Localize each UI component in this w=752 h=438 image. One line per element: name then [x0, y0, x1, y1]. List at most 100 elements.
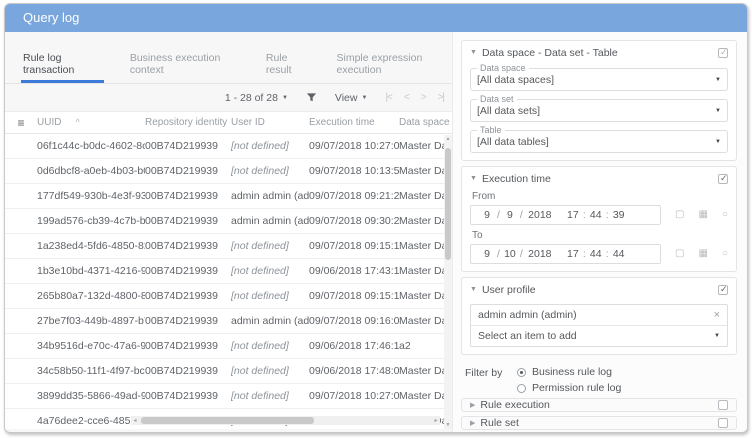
radio-business-rule-log[interactable]: Business rule log: [517, 366, 621, 378]
cell-uuid: 27be7f03-449b-4897-b7ca-e: [37, 315, 145, 327]
tab-rule-result[interactable]: Rule result: [264, 46, 311, 83]
column-header-repository-identity[interactable]: Repository identity: [145, 117, 231, 128]
calendar-icon[interactable]: ▢: [675, 249, 684, 259]
section-execution-time-header[interactable]: ▼ Execution time: [470, 171, 728, 186]
rule-execution-checkbox[interactable]: [718, 400, 728, 410]
cell-execution-time: 09/06/2018 17:43:11: [309, 265, 399, 277]
section-data-space: ▼ Data space - Data set - Table Data spa…: [461, 40, 737, 161]
tab-bar: Rule log transaction Business execution …: [5, 46, 452, 84]
chevron-right-icon: ▶: [470, 402, 476, 409]
cell-user-id: [not defined]: [231, 265, 289, 277]
data-set-select[interactable]: [All data sets] ▼: [477, 105, 721, 117]
next-page-button[interactable]: >: [421, 92, 427, 103]
table-row[interactable]: 34c58b50-11f1-4f97-bca4-6 00B74D219939 […: [5, 359, 452, 384]
filter-button[interactable]: [306, 92, 317, 103]
radio-icon[interactable]: [517, 367, 526, 377]
data-space-select[interactable]: [All data spaces] ▼: [477, 74, 721, 86]
cell-uuid: 06f1c44c-b0dc-4602-8c5b-e: [37, 140, 145, 152]
chevron-down-icon: ▼: [714, 333, 720, 339]
cell-execution-time: 09/06/2018 17:46:11: [309, 340, 399, 352]
pagination-nav: |< < > >|: [385, 92, 446, 103]
date-grid-icon[interactable]: ▦: [699, 249, 708, 259]
view-label: View: [334, 91, 358, 104]
last-page-button[interactable]: >|: [438, 92, 446, 103]
prev-page-button[interactable]: <: [404, 92, 410, 103]
column-header-user-id[interactable]: User ID: [231, 117, 309, 128]
chevron-down-icon: ▼: [715, 108, 721, 114]
from-datetime-input[interactable]: 9/9/2018 17:44:39: [470, 205, 662, 225]
first-page-button[interactable]: |<: [385, 92, 393, 103]
table-select[interactable]: [All data tables] ▼: [477, 136, 721, 148]
scroll-left-icon[interactable]: ◂: [131, 417, 139, 424]
content-area: Rule log transaction Business execution …: [5, 32, 747, 432]
section-user-profile: ▼ User profile admin admin (admin) × Sel…: [461, 277, 737, 355]
clock-icon[interactable]: ○: [722, 210, 728, 220]
column-header-data-space[interactable]: Data space: [399, 117, 452, 128]
tab-rule-log-transaction[interactable]: Rule log transaction: [21, 46, 104, 83]
query-log-window: Query log Rule log transaction Business …: [4, 3, 748, 433]
data-space-section-checkbox[interactable]: [718, 47, 728, 58]
window-titlebar: Query log: [5, 4, 747, 32]
from-datetime-row: 9/9/2018 17:44:39 ▢ ▦ ○: [470, 205, 728, 225]
section-rule-set[interactable]: ▶ Rule set: [461, 416, 737, 430]
vertical-scrollbar-thumb[interactable]: [445, 148, 451, 260]
table-row[interactable]: 199ad576-cb39-4c7b-b8bc-a 00B74D219939 a…: [5, 209, 452, 234]
rule-set-checkbox[interactable]: [718, 418, 728, 428]
to-datetime-input[interactable]: 9/10/2018 17:44:44: [470, 244, 662, 264]
filter-by-group: Filter by Business rule log Permission r…: [461, 360, 737, 398]
user-profile-add-select[interactable]: Select an item to add ▼: [471, 326, 727, 346]
radio-icon[interactable]: [517, 383, 526, 393]
cell-execution-time: 09/07/2018 09:16:09: [309, 315, 399, 327]
chevron-down-icon: ▼: [715, 139, 721, 145]
table-row[interactable]: 265b80a7-132d-4800-8847- 00B74D219939 [n…: [5, 284, 452, 309]
cell-user-id: [not defined]: [231, 165, 289, 177]
cell-uuid: 0d6dbcf8-a0eb-4b03-b07e-0: [37, 165, 145, 177]
menu-icon[interactable]: ≡: [17, 116, 24, 130]
user-profile-section-checkbox[interactable]: [718, 284, 728, 295]
section-user-profile-header[interactable]: ▼ User profile: [470, 282, 728, 297]
to-datetime-row: 9/10/2018 17:44:44 ▢ ▦ ○: [470, 244, 728, 264]
remove-item-icon[interactable]: ×: [714, 309, 720, 321]
column-header-execution-time[interactable]: Execution time: [309, 117, 399, 128]
execution-time-section-checkbox[interactable]: [718, 173, 728, 184]
horizontal-scrollbar[interactable]: ◂ ▸: [131, 416, 440, 425]
table-row[interactable]: 34b9516d-e70c-47a6-97fa-5 00B74D219939 […: [5, 334, 452, 359]
table-row[interactable]: 177df549-930b-4e3f-93af-4 00B74D219939 a…: [5, 184, 452, 209]
chevron-right-icon: ▶: [470, 420, 476, 427]
tab-business-execution-context[interactable]: Business execution context: [128, 46, 240, 83]
table-row[interactable]: 0d6dbcf8-a0eb-4b03-b07e-0 00B74D219939 […: [5, 159, 452, 184]
table-row[interactable]: 1a238ed4-5fd6-4850-8233- 00B74D219939 [n…: [5, 234, 452, 259]
cell-execution-time: 09/07/2018 10:13:52: [309, 165, 399, 177]
clock-icon[interactable]: ○: [722, 249, 728, 259]
section-rule-execution[interactable]: ▶ Rule execution: [461, 398, 737, 412]
table-row[interactable]: 1b3e10bd-4371-4216-93dc- 00B74D219939 [n…: [5, 259, 452, 284]
cell-repository-identity: 00B74D219939: [145, 315, 218, 327]
cell-user-id: [not defined]: [231, 240, 289, 252]
section-data-space-header[interactable]: ▼ Data space - Data set - Table: [470, 45, 728, 60]
scroll-right-icon[interactable]: ▸: [432, 417, 440, 424]
pagination-dropdown[interactable]: 1 - 28 of 28 ▼: [225, 92, 288, 104]
table-row[interactable]: 27be7f03-449b-4897-b7ca-e 00B74D219939 a…: [5, 309, 452, 334]
calendar-icon[interactable]: ▢: [675, 210, 684, 220]
rule-log-table: ≡ UUID ^ Repository identity User ID Exec…: [5, 111, 452, 429]
chevron-down-icon: ▼: [281, 94, 288, 101]
tab-simple-expression-execution[interactable]: Simple expression execution: [335, 46, 453, 83]
table-body: 06f1c44c-b0dc-4602-8c5b-e 00B74D219939 […: [5, 134, 452, 429]
cell-uuid: 34b9516d-e70c-47a6-97fa-5: [37, 340, 145, 352]
scroll-down-icon[interactable]: ▼: [444, 422, 452, 428]
cell-uuid: 177df549-930b-4e3f-93af-4: [37, 190, 145, 202]
horizontal-scrollbar-thumb[interactable]: [141, 417, 315, 424]
table-row[interactable]: 06f1c44c-b0dc-4602-8c5b-e 00B74D219939 […: [5, 134, 452, 159]
cell-user-id: admin admin (admin): [231, 215, 309, 227]
scroll-up-icon[interactable]: ▲: [444, 136, 452, 142]
column-header-uuid[interactable]: UUID ^: [37, 117, 145, 128]
date-grid-icon[interactable]: ▦: [699, 210, 708, 220]
table-toolbar: 1 - 28 of 28 ▼ View ▼ |< < > >|: [5, 84, 452, 111]
from-label: From: [472, 191, 496, 202]
radio-permission-rule-log[interactable]: Permission rule log: [517, 382, 621, 394]
cell-repository-identity: 00B74D219939: [145, 290, 218, 302]
vertical-scrollbar[interactable]: ▲ ▼: [444, 135, 452, 429]
cell-repository-identity: 00B74D219939: [145, 140, 218, 152]
table-row[interactable]: 3899dd35-5866-49ad-9530- 00B74D219939 [n…: [5, 384, 452, 409]
view-dropdown[interactable]: View ▼: [335, 92, 368, 104]
